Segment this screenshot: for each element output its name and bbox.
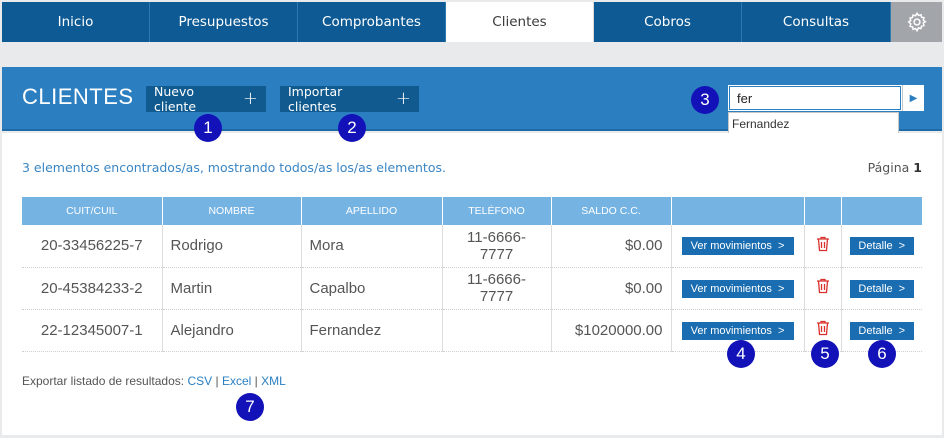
export-separator: | — [215, 374, 219, 388]
export-separator: | — [254, 374, 258, 388]
cell-saldo: $1020000.00 — [551, 309, 672, 352]
tab-presupuestos[interactable]: Presupuestos — [150, 2, 298, 42]
cell-detail: Detalle > — [841, 267, 922, 310]
cell-delete — [804, 225, 842, 268]
cell-cuit: 22-12345007-1 — [22, 309, 163, 352]
cell-telefono — [442, 309, 552, 352]
chevron-right-icon: > — [777, 282, 785, 295]
export-csv-link[interactable]: CSV — [187, 374, 212, 388]
tab-clientes[interactable]: Clientes — [446, 2, 594, 42]
cell-movements: Ver movimientos > — [671, 225, 805, 268]
cell-apellido: Mora — [301, 225, 443, 268]
detail-label: Detalle — [858, 324, 893, 337]
plus-icon: + — [242, 88, 258, 109]
search-box: ▶ — [728, 85, 924, 111]
callout-marker-3: 3 — [691, 86, 719, 114]
tab-consultas[interactable]: Consultas — [742, 2, 891, 42]
import-clients-label: Importar clientes — [288, 84, 343, 114]
cell-detail: Detalle > — [841, 225, 922, 268]
settings-button[interactable] — [891, 2, 942, 42]
page-title: CLIENTES — [22, 84, 134, 109]
table-row: 20-33456225-7 Rodrigo Mora 11-6666-7777 … — [22, 225, 922, 268]
import-clients-button[interactable]: Importar clientes + — [280, 84, 419, 114]
export-label: Exportar listado de resultados: — [22, 374, 185, 388]
page-label: Página — [867, 160, 910, 175]
view-movements-label: Ver movimientos — [690, 324, 772, 337]
gear-icon — [906, 11, 927, 33]
table-row: 22-12345007-1 Alejandro Fernandez $10200… — [22, 309, 922, 352]
clients-table: CUIT/CUIL NOMBRE APELLIDO TELÉFONO SALDO… — [22, 197, 922, 352]
search-submit-button[interactable]: ▶ — [902, 85, 924, 111]
tab-inicio[interactable]: Inicio — [2, 2, 150, 42]
detail-button[interactable]: Detalle > — [849, 279, 914, 298]
chevron-right-icon: > — [777, 240, 785, 253]
view-movements-button[interactable]: Ver movimientos > — [681, 237, 794, 256]
main-content: 3 elementos encontrados/as, mostrando to… — [2, 133, 942, 435]
table-row: 20-45384233-2 Martin Capalbo 11-6666-777… — [22, 267, 922, 310]
cell-cuit: 20-33456225-7 — [22, 225, 163, 268]
view-movements-button[interactable]: Ver movimientos > — [681, 321, 794, 340]
cell-nombre: Martin — [162, 267, 302, 310]
plus-icon: + — [395, 88, 411, 109]
cell-nombre: Alejandro — [162, 309, 302, 352]
cell-cuit: 20-45384233-2 — [22, 267, 163, 310]
new-client-label: Nuevo cliente — [154, 84, 197, 114]
detail-button[interactable]: Detalle > — [849, 321, 914, 340]
view-movements-button[interactable]: Ver movimientos > — [681, 279, 794, 298]
cell-nombre: Rodrigo — [162, 225, 302, 268]
tab-comprobantes[interactable]: Comprobantes — [298, 2, 446, 42]
callout-marker-7: 7 — [236, 393, 264, 421]
callout-marker-2: 2 — [338, 114, 366, 142]
callout-marker-1: 1 — [194, 114, 222, 142]
cell-apellido: Fernandez — [301, 309, 443, 352]
callout-marker-6: 6 — [868, 340, 896, 368]
view-movements-label: Ver movimientos — [690, 240, 772, 253]
col-apellido: APELLIDO — [301, 197, 443, 225]
col-delete — [804, 197, 842, 225]
trash-icon[interactable] — [816, 236, 830, 256]
cell-saldo: $0.00 — [551, 225, 672, 268]
trash-icon[interactable] — [816, 278, 830, 298]
col-cuit: CUIT/CUIL — [22, 197, 163, 225]
col-saldo: SALDO C.C. — [551, 197, 672, 225]
cell-telefono: 11-6666-7777 — [442, 225, 552, 268]
export-bar: Exportar listado de resultados: CSV | Ex… — [22, 374, 286, 388]
callout-marker-5: 5 — [811, 340, 839, 368]
cell-delete — [804, 267, 842, 310]
trash-icon[interactable] — [816, 320, 830, 340]
cell-telefono: 11-6666-7777 — [442, 267, 552, 310]
cell-saldo: $0.00 — [551, 267, 672, 310]
table-header-row: CUIT/CUIL NOMBRE APELLIDO TELÉFONO SALDO… — [22, 197, 922, 225]
tab-cobros[interactable]: Cobros — [594, 2, 742, 42]
search-input[interactable] — [728, 85, 902, 111]
col-nombre: NOMBRE — [162, 197, 302, 225]
play-icon: ▶ — [909, 92, 918, 104]
page-number: 1 — [913, 160, 922, 175]
cell-apellido: Capalbo — [301, 267, 443, 310]
export-excel-link[interactable]: Excel — [222, 374, 251, 388]
chevron-right-icon: > — [777, 324, 785, 337]
col-movements — [671, 197, 805, 225]
chevron-right-icon: > — [898, 282, 906, 295]
chevron-right-icon: > — [898, 240, 906, 253]
chevron-right-icon: > — [898, 324, 906, 337]
export-xml-link[interactable]: XML — [261, 374, 286, 388]
detail-label: Detalle — [858, 282, 893, 295]
app-frame: Inicio Presupuestos Comprobantes Cliente… — [0, 0, 944, 438]
detail-button[interactable]: Detalle > — [849, 237, 914, 256]
new-client-button[interactable]: Nuevo cliente + — [146, 84, 266, 114]
detail-label: Detalle — [858, 240, 893, 253]
callout-marker-4: 4 — [727, 340, 755, 368]
col-detail — [841, 197, 922, 225]
page-indicator: Página 1 — [868, 160, 922, 175]
cell-movements: Ver movimientos > — [671, 267, 805, 310]
results-info: 3 elementos encontrados/as, mostrando to… — [22, 160, 446, 175]
top-nav: Inicio Presupuestos Comprobantes Cliente… — [2, 2, 942, 42]
view-movements-label: Ver movimientos — [690, 282, 772, 295]
col-telefono: TELÉFONO — [442, 197, 552, 225]
